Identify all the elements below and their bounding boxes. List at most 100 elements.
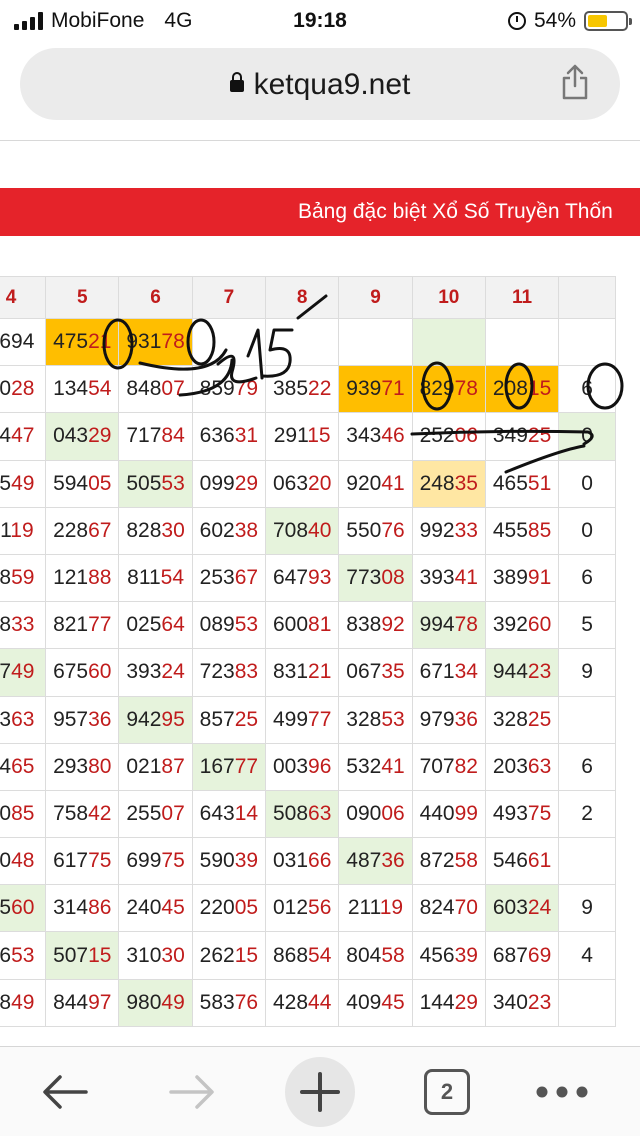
- cell-prefix: 94: [0, 424, 12, 448]
- cell-prefix: 6: [581, 754, 593, 778]
- url-display[interactable]: ketqua9.net: [20, 68, 620, 102]
- cell-prefix: 583: [199, 990, 235, 1014]
- table-cell: 83121: [265, 648, 340, 697]
- cell-prefix: 465: [492, 471, 528, 495]
- cell-suffix: 19: [379, 896, 404, 920]
- table-row: 5549594055055309929063209204124835465510: [0, 459, 616, 508]
- table-cell: 46551: [484, 459, 560, 508]
- cell-suffix: 46: [381, 424, 405, 448]
- cell-suffix: 49: [11, 471, 35, 495]
- table-cell: 32853: [338, 695, 413, 744]
- cell-suffix: 66: [308, 849, 332, 873]
- cell-prefix: 253: [199, 566, 235, 590]
- table-cell: 63631: [191, 412, 267, 461]
- table-cell: 83892: [338, 601, 413, 650]
- table-cell: 2: [558, 789, 616, 839]
- table-row: 9560314862404522005012562111982470603249: [0, 884, 616, 933]
- cell-prefix: 707: [419, 754, 455, 778]
- cell-prefix: 939: [346, 377, 382, 401]
- table-cell: 60081: [265, 601, 340, 650]
- back-button[interactable]: [30, 1057, 100, 1127]
- cell-prefix: 717: [126, 424, 162, 448]
- cell-prefix: 942: [126, 707, 162, 731]
- cell-suffix: 61: [527, 849, 552, 873]
- lock-icon: [229, 72, 244, 92]
- table-cell: 77308: [338, 553, 413, 603]
- tabs-button[interactable]: 2: [412, 1057, 482, 1127]
- cell-suffix: 81: [308, 613, 332, 637]
- battery-percent: 54%: [533, 9, 576, 32]
- cell-suffix: 44: [308, 990, 332, 1014]
- table-cell: 59405: [45, 459, 120, 508]
- cell-suffix: 85: [11, 801, 35, 825]
- cell-suffix: 77: [88, 613, 112, 637]
- cell-prefix: 67: [0, 660, 12, 684]
- cell-suffix: 06: [381, 801, 405, 825]
- cell-prefix: 099: [199, 471, 235, 495]
- table-cell: 84807: [118, 365, 193, 414]
- cell-suffix: 60: [527, 613, 552, 637]
- cell-suffix: 07: [161, 801, 185, 825]
- table-cell: 97936: [411, 695, 486, 744]
- cell-prefix: 980: [126, 990, 162, 1014]
- cell-suffix: 22: [308, 377, 332, 401]
- table-cell: 75842: [45, 789, 120, 839]
- cell-suffix: 87: [161, 754, 185, 778]
- table-cell: 93971: [338, 365, 413, 414]
- table-cell: [411, 317, 486, 367]
- new-tab-button[interactable]: [285, 1057, 355, 1127]
- plus-icon: [300, 1072, 340, 1112]
- column-header: [558, 276, 616, 319]
- cell-prefix: 828: [126, 518, 162, 542]
- cell-suffix: 77: [234, 754, 259, 778]
- table-cell: 60238: [191, 506, 267, 555]
- table-cell: 34346: [338, 412, 413, 461]
- cell-suffix: 41: [454, 566, 478, 590]
- cell-prefix: 393: [126, 660, 162, 684]
- address-bar[interactable]: ketqua9.net: [20, 48, 620, 120]
- table-cell: 85979: [191, 365, 267, 414]
- cell-prefix: 824: [419, 896, 455, 920]
- results-table-container[interactable]: 4 5 6 7 8 9 10 11 7694475219317850281345…: [0, 276, 640, 1044]
- table-cell: 3363: [0, 695, 47, 744]
- cell-suffix: 63: [308, 801, 332, 825]
- column-header: 6: [118, 276, 193, 319]
- cell-prefix: 240: [126, 896, 162, 920]
- cell-suffix: 24: [161, 660, 185, 684]
- forward-button[interactable]: [157, 1057, 227, 1127]
- cell-prefix: 255: [126, 801, 162, 825]
- share-icon[interactable]: [560, 64, 590, 100]
- cell-suffix: 36: [454, 707, 478, 731]
- table-cell: 20363: [484, 742, 560, 791]
- cell-suffix: 35: [454, 471, 478, 495]
- forward-arrow-icon: [169, 1075, 214, 1109]
- cell-suffix: 70: [454, 896, 478, 920]
- table-cell: 70782: [411, 742, 486, 791]
- cell-suffix: 39: [234, 849, 259, 873]
- cell-prefix: 262: [199, 943, 235, 967]
- cell-prefix: 848: [126, 377, 162, 401]
- cell-prefix: 723: [199, 660, 235, 684]
- table-cell: 47521: [45, 317, 120, 367]
- table-cell: 40945: [338, 978, 413, 1027]
- cell-prefix: 546: [492, 849, 528, 873]
- table-cell: 68769: [484, 931, 560, 980]
- cell-prefix: 228: [53, 518, 89, 542]
- cell-prefix: 859: [199, 377, 235, 401]
- cell-prefix: 063: [272, 471, 309, 495]
- cell-prefix: 167: [199, 754, 235, 778]
- table-cell: 82978: [411, 365, 486, 414]
- cell-prefix: 4: [581, 943, 593, 967]
- cell-suffix: 21: [88, 330, 112, 354]
- cell-suffix: 35: [381, 660, 405, 684]
- cell-suffix: 33: [11, 613, 35, 637]
- cell-prefix: 28: [0, 990, 12, 1014]
- cell-prefix: 475: [53, 330, 89, 354]
- more-button[interactable]: [527, 1057, 597, 1127]
- table-cell: 24045: [118, 884, 193, 933]
- table-cell: 9560: [0, 884, 47, 933]
- cell-suffix: 53: [161, 471, 185, 495]
- cell-suffix: 05: [88, 471, 112, 495]
- table-cell: 06320: [265, 459, 340, 508]
- table-row: 76944752193178: [0, 317, 616, 367]
